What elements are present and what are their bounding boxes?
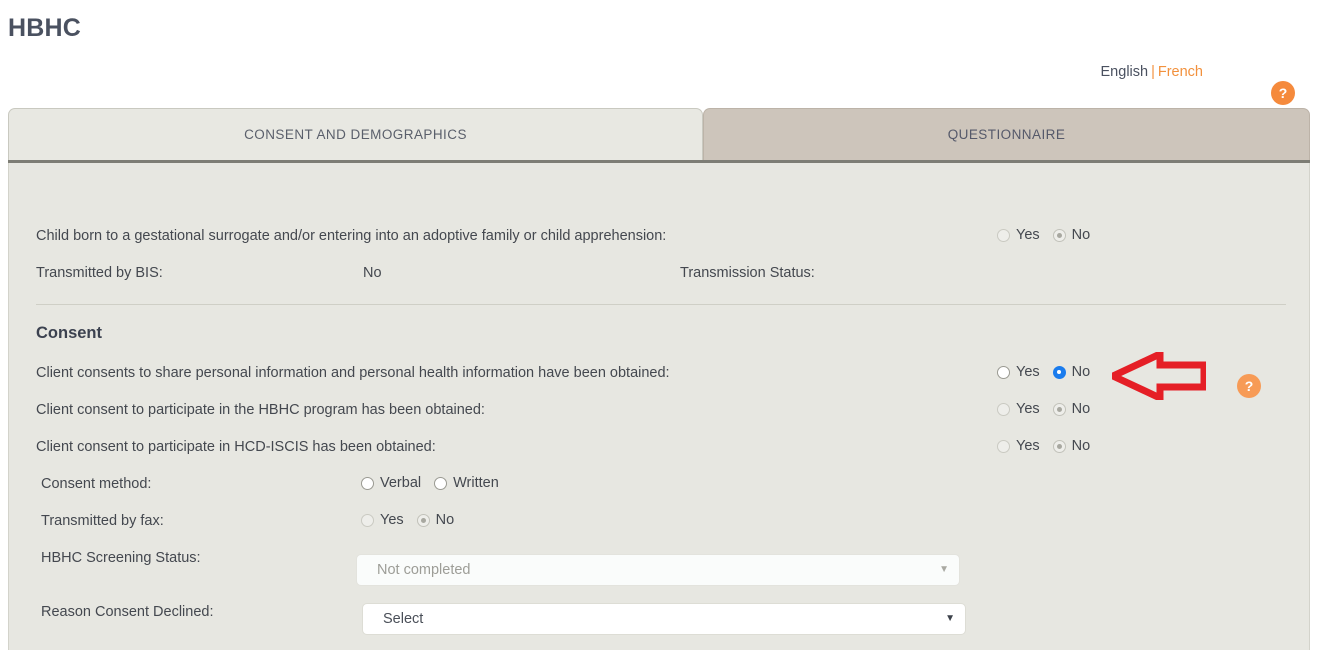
- language-french-link[interactable]: French: [1158, 64, 1203, 80]
- consent-hbhc-program-radio-no[interactable]: No: [1052, 401, 1091, 417]
- page-title: HBHC: [8, 14, 82, 42]
- radio-mark-checked-disabled: [1052, 402, 1066, 416]
- consent-section-heading: Consent: [36, 324, 102, 342]
- chevron-down-icon: ▼: [939, 564, 949, 575]
- reason-consent-declined-value: Select: [383, 611, 424, 627]
- surrogate-radio-no-label: No: [1071, 227, 1091, 243]
- consent-share-info-radio-yes-label: Yes: [1016, 364, 1040, 380]
- radio-mark-checked-disabled: [1052, 439, 1066, 453]
- reason-consent-declined-label: Reason Consent Declined:: [41, 604, 214, 620]
- surrogate-radio-yes-label: Yes: [1016, 227, 1040, 243]
- language-english-link[interactable]: English: [1101, 64, 1149, 80]
- consent-share-info-label: Client consents to share personal inform…: [36, 365, 670, 381]
- hbhc-screening-status-select[interactable]: Not completed ▼: [356, 554, 960, 586]
- section-divider: [36, 304, 1286, 305]
- surrogate-question-label: Child born to a gestational surrogate an…: [36, 228, 667, 244]
- surrogate-radio-yes[interactable]: Yes: [997, 227, 1040, 243]
- help-icon-questionnaire[interactable]: ?: [1237, 374, 1261, 398]
- consent-share-info-radio-no[interactable]: No: [1052, 364, 1091, 380]
- radio-mark-unchecked-disabled: [997, 228, 1010, 242]
- language-switcher: English | French: [1101, 64, 1203, 80]
- consent-share-info-radio-group[interactable]: Yes No: [997, 364, 1090, 380]
- surrogate-radio-no[interactable]: No: [1052, 227, 1091, 243]
- consent-hcd-iscis-radio-no-label: No: [1071, 438, 1091, 454]
- transmitted-by-fax-radio-yes-label: Yes: [380, 512, 404, 528]
- consent-method-radio-written[interactable]: Written: [434, 475, 499, 491]
- consent-hcd-iscis-radio-yes[interactable]: Yes: [997, 438, 1040, 454]
- consent-method-radio-written-label: Written: [453, 475, 499, 491]
- transmitted-by-fax-radio-yes[interactable]: Yes: [361, 512, 404, 528]
- hbhc-screening-status-value: Not completed: [377, 562, 471, 578]
- consent-method-label: Consent method:: [41, 476, 152, 492]
- radio-mark-unchecked: [997, 365, 1010, 379]
- consent-method-radio-verbal-label: Verbal: [380, 475, 422, 491]
- consent-hcd-iscis-radio-yes-label: Yes: [1016, 438, 1040, 454]
- radio-mark-unchecked-disabled: [997, 439, 1010, 453]
- help-icon-top[interactable]: ?: [1271, 81, 1295, 105]
- tab-questionnaire[interactable]: QUESTIONNAIRE: [703, 108, 1310, 160]
- app-root: HBHC English | French ? CONSENT AND DEMOGR…: [0, 0, 1327, 650]
- consent-hbhc-program-radio-yes-label: Yes: [1016, 401, 1040, 417]
- consent-hbhc-program-label: Client consent to participate in the HBH…: [36, 402, 485, 418]
- consent-method-radio-verbal[interactable]: Verbal: [361, 475, 421, 491]
- radio-mark-unchecked-disabled: [997, 402, 1010, 416]
- radio-mark-checked: [1052, 365, 1066, 379]
- transmitted-by-bis-value: No: [363, 265, 382, 281]
- language-separator: |: [1151, 64, 1155, 80]
- transmitted-by-fax-radio-no[interactable]: No: [416, 512, 455, 528]
- reason-consent-declined-select[interactable]: Select ▼: [362, 603, 966, 635]
- radio-mark-unchecked: [434, 476, 448, 490]
- radio-mark-checked-disabled: [1052, 228, 1066, 242]
- transmitted-by-fax-label: Transmitted by fax:: [41, 513, 164, 529]
- consent-method-radio-group[interactable]: Verbal Written: [361, 475, 499, 491]
- consent-share-info-radio-no-label: No: [1071, 364, 1091, 380]
- consent-hbhc-program-radio-group[interactable]: Yes No: [997, 401, 1090, 417]
- consent-hbhc-program-radio-yes[interactable]: Yes: [997, 401, 1040, 417]
- questionnaire-panel: ? Child born to a gestational surrogate …: [8, 163, 1310, 650]
- radio-mark-unchecked-disabled: [361, 513, 374, 527]
- radio-mark-checked-disabled: [416, 513, 430, 527]
- consent-hcd-iscis-radio-group[interactable]: Yes No: [997, 438, 1090, 454]
- transmitted-by-bis-label: Transmitted by BIS:: [36, 265, 163, 281]
- consent-hcd-iscis-label: Client consent to participate in HCD-ISC…: [36, 439, 436, 455]
- tab-consent-and-demographics[interactable]: CONSENT AND DEMOGRAPHICS: [8, 108, 703, 160]
- consent-share-info-radio-yes[interactable]: Yes: [997, 364, 1040, 380]
- transmission-status-label: Transmission Status:: [680, 265, 815, 281]
- radio-mark-unchecked: [361, 476, 374, 490]
- hbhc-screening-status-label: HBHC Screening Status:: [41, 550, 201, 566]
- tab-bar: CONSENT AND DEMOGRAPHICS QUESTIONNAIRE: [8, 108, 1310, 160]
- consent-hcd-iscis-radio-no[interactable]: No: [1052, 438, 1091, 454]
- chevron-down-icon: ▼: [945, 613, 955, 624]
- transmitted-by-fax-radio-group[interactable]: Yes No: [361, 512, 454, 528]
- transmitted-by-fax-radio-no-label: No: [435, 512, 455, 528]
- surrogate-radio-group[interactable]: Yes No: [997, 227, 1090, 243]
- consent-hbhc-program-radio-no-label: No: [1071, 401, 1091, 417]
